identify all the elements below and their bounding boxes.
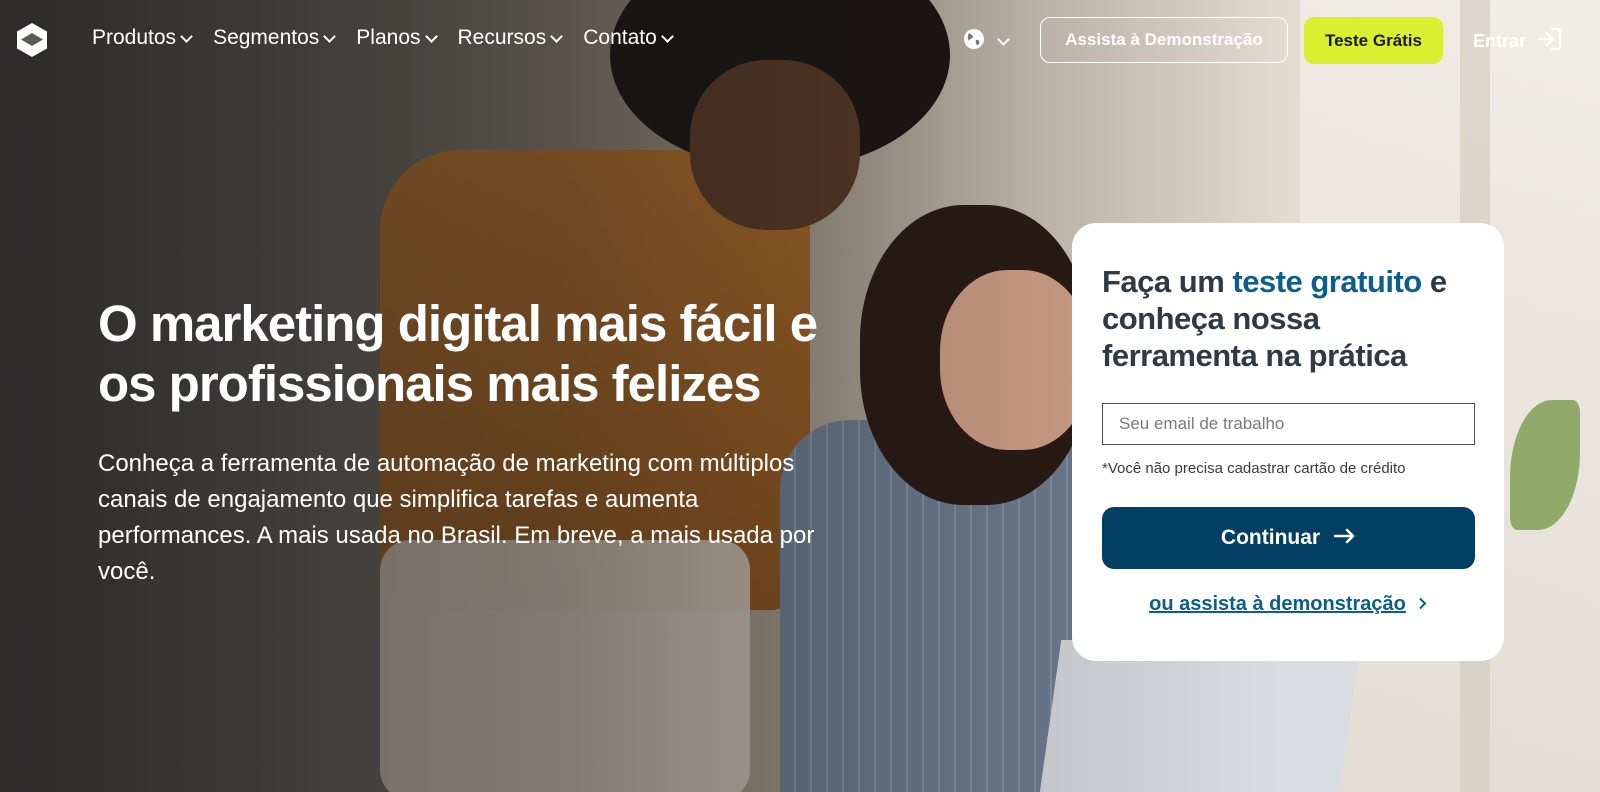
continue-button[interactable]: Continuar xyxy=(1102,507,1475,569)
nav-item-produtos[interactable]: Produtos xyxy=(92,26,193,50)
free-trial-card: Faça um teste gratuito e conheça nossa f… xyxy=(1072,223,1504,661)
hexagon-logo-icon[interactable] xyxy=(16,22,48,58)
nav-item-label: Recursos xyxy=(457,26,547,49)
nav-item-label: Contato xyxy=(583,26,657,49)
arrow-right-icon xyxy=(1333,526,1356,550)
nav-item-label: Segmentos xyxy=(213,26,320,49)
watch-demo-link-label: ou assista à demonstração xyxy=(1149,593,1406,615)
login-link[interactable]: Entrar xyxy=(1473,27,1562,56)
continue-label: Continuar xyxy=(1220,526,1321,549)
card-title: Faça um teste gratuito e conheça nossa f… xyxy=(1102,263,1474,374)
watch-demo-button[interactable]: Assista à Demonstração xyxy=(1040,17,1288,63)
main-menu: Produtos Segmentos Planos Recursos Conta… xyxy=(92,26,694,50)
language-selector[interactable] xyxy=(963,28,1010,55)
no-credit-card-note: *Você não precisa cadastrar cartão de cr… xyxy=(1102,460,1406,477)
nav-item-contato[interactable]: Contato xyxy=(583,26,674,50)
nav-item-label: Planos xyxy=(356,26,421,49)
nav-item-planos[interactable]: Planos xyxy=(356,26,438,50)
card-title-start: Faça um xyxy=(1102,264,1233,299)
chevron-down-icon xyxy=(424,29,438,43)
globe-icon xyxy=(963,28,985,55)
chevron-down-icon xyxy=(180,29,193,43)
sign-in-icon xyxy=(1536,27,1562,56)
chevron-down-icon xyxy=(660,29,674,43)
hero-title: O marketing digital mais fácil e os prof… xyxy=(98,295,818,412)
nav-item-label: Produtos xyxy=(92,26,177,49)
free-trial-button[interactable]: Teste Grátis xyxy=(1304,17,1443,64)
card-title-highlight: teste gratuito xyxy=(1232,264,1422,299)
login-label: Entrar xyxy=(1473,31,1527,51)
watch-demo-link[interactable]: ou assista à demonstração xyxy=(1072,593,1504,616)
nav-item-recursos[interactable]: Recursos xyxy=(457,26,564,50)
nav-item-segmentos[interactable]: Segmentos xyxy=(213,26,337,50)
email-field[interactable] xyxy=(1102,403,1475,445)
hero-subtitle: Conheça a ferramenta de automação de mar… xyxy=(98,450,815,585)
chevron-down-icon xyxy=(997,33,1010,46)
chevron-down-icon xyxy=(323,29,337,43)
chevron-right-icon xyxy=(1418,593,1427,616)
top-navigation: Produtos Segmentos Planos Recursos Conta… xyxy=(0,0,1600,80)
chevron-down-icon xyxy=(550,29,564,43)
